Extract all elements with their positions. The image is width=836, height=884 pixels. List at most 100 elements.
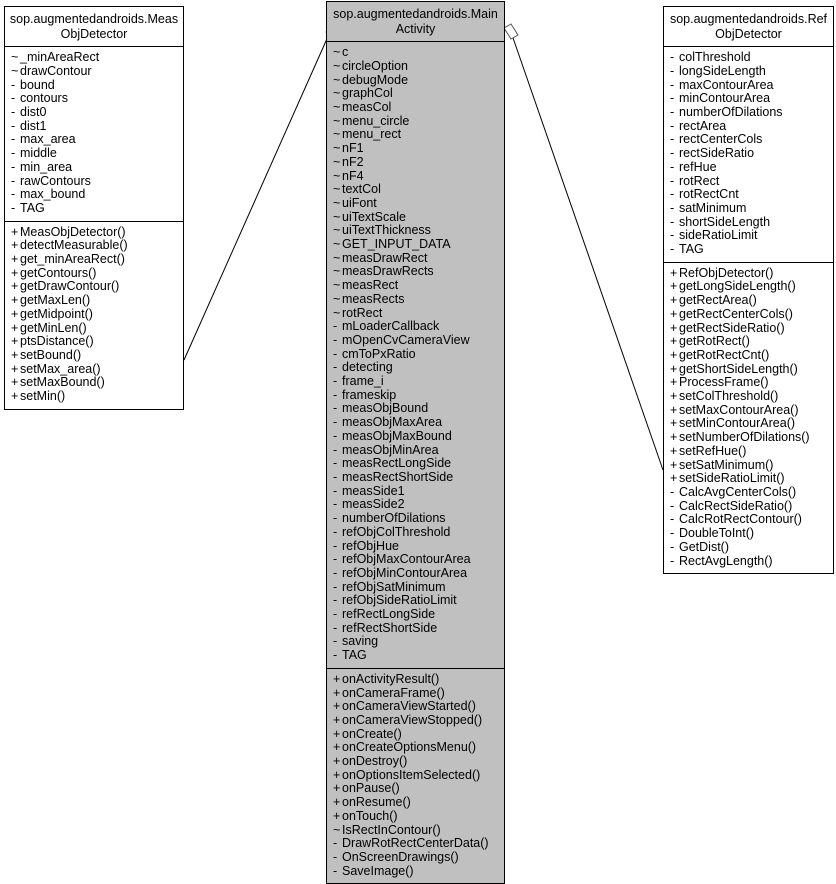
member-name: drawContour bbox=[20, 63, 92, 78]
class-attribute: - bound bbox=[5, 77, 183, 93]
class-method: + setNumberOfDilations() bbox=[664, 430, 833, 445]
attributes-compartment: ~ _minAreaRect ~ drawContour - bound - contours… bbox=[5, 47, 183, 222]
uml-class-ref-obj-detector[interactable]: sop.augmentedandroids.Ref ObjDetector -c… bbox=[663, 6, 834, 575]
member-name: debugMode bbox=[342, 72, 409, 87]
visibility-marker: - bbox=[670, 132, 675, 147]
member-name: detectMeasurable() bbox=[20, 238, 128, 253]
class-method: + setMaxBound() bbox=[5, 376, 183, 390]
member-name: measDrawRect bbox=[342, 250, 428, 265]
visibility-marker: - bbox=[333, 593, 338, 608]
member-name: onCreateOptionsMenu() bbox=[342, 740, 477, 755]
visibility-marker: ~ bbox=[11, 50, 19, 65]
member-name: setMax_area() bbox=[20, 361, 101, 376]
member-name: graphCol bbox=[342, 86, 393, 101]
class-attribute: - measSide2 bbox=[327, 498, 504, 512]
class-attribute: ~ uiFont bbox=[327, 196, 504, 211]
class-title: sop.augmentedandroids.Ref ObjDetector bbox=[664, 7, 833, 48]
visibility-marker: + bbox=[333, 754, 341, 769]
member-name: rotRect bbox=[679, 173, 720, 188]
visibility-marker: + bbox=[670, 306, 678, 321]
class-attribute: ~ GET_INPUT_DATA bbox=[327, 237, 504, 252]
member-name: IsRectInContour() bbox=[342, 822, 441, 837]
member-name: refHue bbox=[679, 159, 717, 174]
visibility-marker: ~ bbox=[333, 182, 341, 197]
class-attribute: - mLoaderCallback bbox=[327, 319, 504, 334]
visibility-marker: + bbox=[11, 252, 19, 267]
class-attribute: - TAG bbox=[327, 648, 504, 663]
visibility-marker: - bbox=[333, 552, 338, 567]
class-method: + getDrawContour() bbox=[5, 280, 183, 294]
visibility-marker: ~ bbox=[333, 822, 341, 837]
member-name: refObjSideRatioLimit bbox=[342, 593, 457, 608]
member-name: refObjMinContourArea bbox=[342, 565, 468, 580]
visibility-marker: ~ bbox=[333, 72, 341, 87]
visibility-marker: - bbox=[11, 118, 16, 133]
class-method: - CalcAvgCenterCols() bbox=[664, 485, 833, 500]
class-attribute: - TAG bbox=[5, 200, 183, 216]
class-method: + getRotRectCnt() bbox=[664, 348, 833, 363]
visibility-marker: - bbox=[670, 91, 675, 106]
class-method: + onResume() bbox=[327, 795, 504, 810]
visibility-marker: + bbox=[333, 795, 341, 810]
member-name: CalcRotRectContour() bbox=[679, 512, 802, 527]
member-name: TAG bbox=[342, 648, 367, 663]
member-name: setMinContourArea() bbox=[679, 416, 796, 431]
uml-class-meas-obj-detector[interactable]: sop.augmentedandroids.Meas ObjDetector ~… bbox=[4, 6, 184, 410]
visibility-marker: - bbox=[11, 159, 16, 174]
visibility-marker: + bbox=[11, 265, 19, 280]
visibility-marker: - bbox=[333, 483, 338, 498]
class-method: - DrawRotRectCenterData() bbox=[327, 836, 504, 851]
class-attribute: - measObjMaxArea bbox=[327, 415, 504, 430]
visibility-marker: + bbox=[11, 375, 19, 390]
member-name: uiTextScale bbox=[342, 209, 406, 224]
member-name: ProcessFrame() bbox=[679, 375, 769, 390]
uml-class-diagram: sop.augmentedandroids.Meas ObjDetector ~… bbox=[0, 0, 836, 884]
member-name: menu_circle bbox=[342, 113, 410, 128]
visibility-marker: + bbox=[333, 712, 341, 727]
member-name: max_area bbox=[20, 132, 76, 147]
visibility-marker: + bbox=[670, 430, 678, 445]
member-name: dist1 bbox=[20, 118, 47, 133]
member-name: longSideLength bbox=[679, 63, 766, 78]
member-name: bound bbox=[20, 77, 55, 92]
member-name: detecting bbox=[342, 360, 393, 375]
visibility-marker: + bbox=[670, 279, 678, 294]
visibility-marker: + bbox=[670, 334, 678, 349]
visibility-marker: + bbox=[333, 808, 341, 823]
visibility-marker: - bbox=[333, 836, 338, 851]
member-name: measCol bbox=[342, 100, 392, 114]
visibility-marker: ~ bbox=[333, 45, 341, 60]
class-method: + getLongSideLength() bbox=[664, 280, 833, 294]
class-method: + onActivityResult() bbox=[327, 672, 504, 687]
visibility-marker: - bbox=[333, 648, 338, 663]
visibility-marker: + bbox=[670, 471, 678, 486]
class-method: + getRectArea() bbox=[664, 293, 833, 308]
member-name: cmToPxRatio bbox=[342, 346, 416, 361]
class-method: + onPause() bbox=[327, 782, 504, 796]
visibility-marker: - bbox=[670, 50, 675, 65]
member-name: satMinimum bbox=[679, 200, 747, 215]
class-attribute: ~ menu_rect bbox=[327, 128, 504, 142]
class-method: + onCreateOptionsMenu() bbox=[327, 740, 504, 755]
member-name: RefObjDetector() bbox=[679, 265, 774, 280]
visibility-marker: - bbox=[333, 634, 338, 649]
uml-class-main-activity[interactable]: sop.augmentedandroids.Main Activity ~ c ~ c… bbox=[326, 1, 505, 884]
class-attribute: ~ measCol bbox=[327, 100, 504, 115]
visibility-marker: - bbox=[333, 401, 338, 416]
member-name: measObjMinArea bbox=[342, 442, 439, 457]
class-attribute: - colThreshold bbox=[664, 50, 833, 65]
member-name: onCameraViewStopped() bbox=[342, 712, 483, 727]
class-attribute: - rectArea bbox=[664, 119, 833, 134]
visibility-marker: + bbox=[670, 457, 678, 472]
member-name: max_bound bbox=[20, 187, 86, 202]
class-attribute: - rotRectCnt bbox=[664, 187, 833, 202]
member-name: TAG bbox=[20, 200, 45, 215]
visibility-marker: - bbox=[670, 498, 675, 513]
member-name: numberOfDilations bbox=[679, 105, 783, 119]
member-name: refRectShortSide bbox=[342, 620, 438, 635]
visibility-marker: ~ bbox=[333, 86, 341, 101]
aggregation-edge-meas-obj-detector bbox=[183, 31, 331, 361]
class-method: + ptsDistance() bbox=[5, 334, 183, 349]
member-name: c bbox=[342, 45, 349, 60]
class-method: - OnScreenDrawings() bbox=[327, 850, 504, 865]
